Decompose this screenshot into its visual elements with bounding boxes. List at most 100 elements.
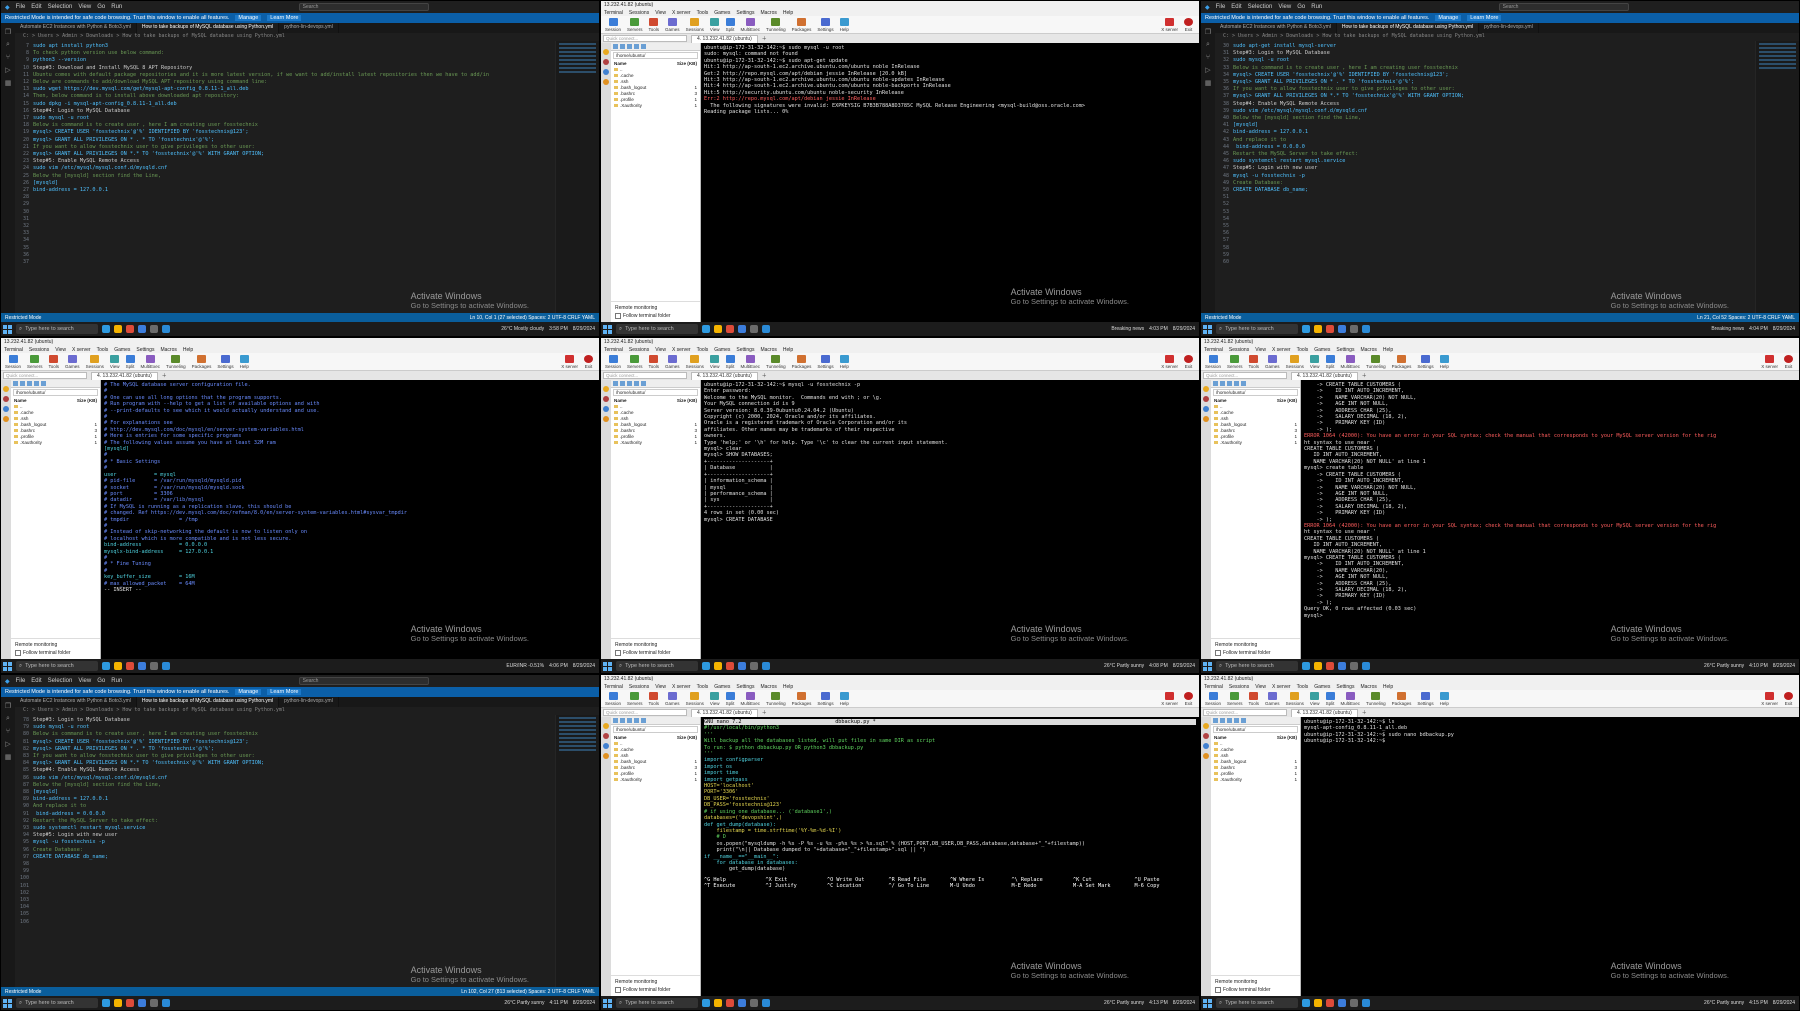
- toolbar-button[interactable]: View: [110, 354, 120, 369]
- sftp-up-icon[interactable]: [613, 718, 618, 723]
- start-icon[interactable]: [1203, 661, 1212, 671]
- xserver-button[interactable]: X server: [561, 354, 578, 369]
- folder-icon[interactable]: [1314, 662, 1322, 670]
- menu-file[interactable]: File: [16, 678, 26, 684]
- session-tab[interactable]: 4. 13.232.41.82 (ubuntu): [691, 708, 758, 717]
- new-tab-icon[interactable]: ＋: [762, 709, 767, 716]
- follow-terminal-checkbox[interactable]: Follow terminal folder: [615, 649, 696, 657]
- menu-item[interactable]: Settings: [1336, 684, 1354, 690]
- sftp-icon[interactable]: [603, 743, 609, 749]
- star-icon[interactable]: [603, 49, 609, 55]
- menu-item[interactable]: Help: [1383, 684, 1393, 690]
- sftp-path-input[interactable]: /home/ubuntu/: [613, 52, 698, 59]
- menu-item[interactable]: X server: [72, 347, 91, 353]
- terminal-icon[interactable]: [1350, 325, 1358, 333]
- search-icon[interactable]: ⌕: [1206, 41, 1210, 49]
- menu-edit[interactable]: Edit: [31, 678, 41, 684]
- folder-icon[interactable]: [1314, 999, 1322, 1007]
- session-tab[interactable]: 4. 13.232.41.82 (ubuntu): [1291, 708, 1358, 717]
- new-tab-icon[interactable]: ＋: [162, 372, 167, 379]
- follow-terminal-checkbox[interactable]: Follow terminal folder: [615, 986, 696, 994]
- tools-icon[interactable]: [1203, 733, 1209, 739]
- restricted-mode-status[interactable]: Restricted Mode: [5, 315, 41, 321]
- weather-widget[interactable]: Breaking news: [1111, 326, 1144, 332]
- sftp-path-input[interactable]: /home/ubuntu/: [613, 389, 698, 396]
- clock-time[interactable]: 3:58 PM: [549, 326, 568, 332]
- menu-item[interactable]: Tools: [697, 10, 709, 16]
- sftp-up-icon[interactable]: [613, 44, 618, 49]
- menu-item[interactable]: Tools: [1297, 684, 1309, 690]
- nano-shortcut[interactable]: ^T Execute: [704, 883, 766, 889]
- exit-button[interactable]: Exit: [1784, 691, 1793, 706]
- tab-ec2[interactable]: Automate EC2 Instances with Python & Bot…: [15, 23, 137, 33]
- clock-time[interactable]: 4:08 PM: [1149, 663, 1168, 669]
- toolbar-button[interactable]: Session: [605, 691, 621, 706]
- edge-icon[interactable]: [738, 662, 746, 670]
- file-row[interactable]: .Xauthority 1: [614, 440, 697, 446]
- tools-icon[interactable]: [603, 396, 609, 402]
- sftp-icon[interactable]: [603, 69, 609, 75]
- macros-icon[interactable]: [603, 416, 609, 422]
- folder-icon[interactable]: [1314, 325, 1322, 333]
- menu-run[interactable]: Run: [111, 4, 122, 10]
- vscode-icon[interactable]: [762, 325, 770, 333]
- nano-shortcut[interactable]: M-A Set Mark: [1073, 883, 1135, 889]
- edge-icon[interactable]: [138, 999, 146, 1007]
- menu-file[interactable]: File: [16, 4, 26, 10]
- terminal-icon[interactable]: [150, 999, 158, 1007]
- learn-more-button[interactable]: Learn More: [267, 15, 302, 21]
- toolbar-button[interactable]: Games: [665, 354, 680, 369]
- sftp-new-folder-icon[interactable]: [627, 44, 632, 49]
- menu-view[interactable]: View: [78, 678, 91, 684]
- menu-item[interactable]: Tools: [697, 347, 709, 353]
- sftp-upload-icon[interactable]: [634, 381, 639, 386]
- follow-terminal-checkbox[interactable]: Follow terminal folder: [1215, 649, 1296, 657]
- menu-item[interactable]: Settings: [136, 347, 154, 353]
- weather-widget[interactable]: EUR/INR -0.51%: [506, 663, 544, 669]
- menu-view[interactable]: View: [1278, 4, 1291, 10]
- start-icon[interactable]: [3, 324, 12, 334]
- sftp-up-icon[interactable]: [1213, 718, 1218, 723]
- menu-item[interactable]: Games: [1314, 347, 1330, 353]
- star-icon[interactable]: [603, 386, 609, 392]
- manage-button[interactable]: Manage: [235, 689, 262, 695]
- sftp-download-icon[interactable]: [641, 718, 646, 723]
- toolbar-button[interactable]: Servers: [627, 354, 643, 369]
- tab-python-devops[interactable]: python-lin-devops.yml: [279, 23, 339, 33]
- terminal-icon[interactable]: [750, 325, 758, 333]
- tools-icon[interactable]: [1203, 396, 1209, 402]
- follow-terminal-checkbox[interactable]: Follow terminal folder: [1215, 986, 1296, 994]
- search-icon[interactable]: ⌕: [6, 41, 10, 49]
- quick-connect-input[interactable]: Quick connect...: [3, 372, 87, 379]
- sftp-download-icon[interactable]: [641, 44, 646, 49]
- terminal-icon[interactable]: [1350, 999, 1358, 1007]
- nano-shortcut[interactable]: M-U Undo: [950, 883, 1012, 889]
- file-row[interactable]: .Xauthority 1: [614, 103, 697, 109]
- menu-item[interactable]: X server: [1272, 684, 1291, 690]
- taskbar-search[interactable]: ⌕ Type here to search: [616, 324, 698, 334]
- size-column-header[interactable]: Size (KB): [677, 735, 697, 741]
- tools-icon[interactable]: [603, 59, 609, 65]
- toolbar-button[interactable]: Tunneling: [766, 691, 786, 706]
- sftp-upload-icon[interactable]: [1234, 718, 1239, 723]
- tab-ec2[interactable]: Automate EC2 Instances with Python & Bot…: [1215, 23, 1337, 33]
- folder-icon[interactable]: [714, 325, 722, 333]
- sftp-new-folder-icon[interactable]: [27, 381, 32, 386]
- toolbar-button[interactable]: View: [1310, 691, 1320, 706]
- explorer-icon[interactable]: ❐: [5, 702, 11, 710]
- exit-button[interactable]: Exit: [1184, 354, 1193, 369]
- toolbar-button[interactable]: Split: [1325, 354, 1335, 369]
- vscode-icon[interactable]: [1362, 662, 1370, 670]
- clock-time[interactable]: 4:11 PM: [550, 1000, 568, 1006]
- menu-item[interactable]: Tools: [1297, 347, 1309, 353]
- clock-time[interactable]: 4:04 PM: [1749, 326, 1768, 332]
- menu-item[interactable]: Settings: [1336, 347, 1354, 353]
- toolbar-button[interactable]: Split: [125, 354, 135, 369]
- star-icon[interactable]: [1203, 386, 1209, 392]
- folder-icon[interactable]: [114, 662, 122, 670]
- toolbar-button[interactable]: Sessions: [686, 17, 704, 32]
- menu-selection[interactable]: Selection: [48, 678, 73, 684]
- toolbar-button[interactable]: Packages: [792, 17, 811, 32]
- tab-mysql-backup[interactable]: How to take backups of MySQL database us…: [136, 697, 280, 707]
- chrome-icon[interactable]: [126, 999, 134, 1007]
